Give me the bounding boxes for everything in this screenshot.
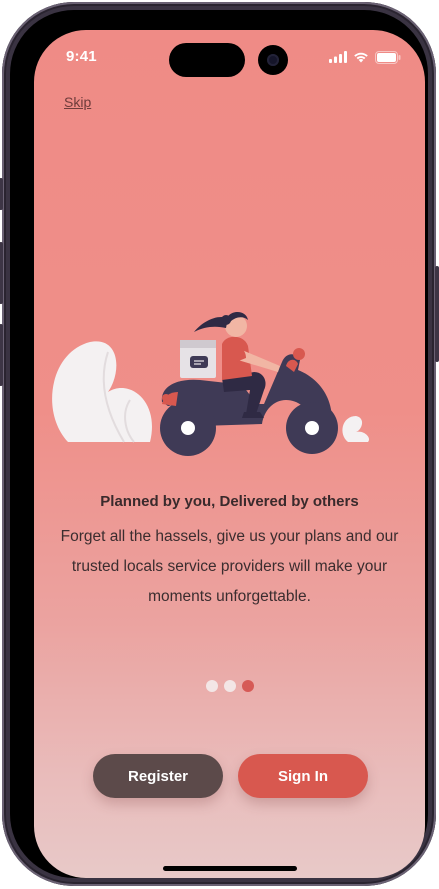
battery-icon xyxy=(375,50,401,64)
wifi-icon xyxy=(354,52,368,63)
status-icons xyxy=(329,50,401,64)
register-button[interactable]: Register xyxy=(93,754,223,798)
front-camera xyxy=(258,45,288,75)
onboarding-headline: Planned by you, Delivered by others xyxy=(100,493,359,510)
onboarding-description: Forget all the hassels, give us your pla… xyxy=(60,528,399,605)
power-button xyxy=(435,266,439,362)
delivery-scooter-rider-icon xyxy=(52,311,370,456)
page-dot-2[interactable] xyxy=(223,680,236,692)
pagination-dots xyxy=(34,680,425,692)
screen: 9:41 Skip Planned by you, Delivered by o… xyxy=(34,30,425,878)
page-dot-3-active[interactable] xyxy=(241,680,254,692)
status-time: 9:41 xyxy=(66,48,97,65)
volume-down-button xyxy=(0,324,3,386)
bezel: 9:41 Skip Planned by you, Delivered by o… xyxy=(10,10,428,878)
home-indicator[interactable] xyxy=(163,866,297,871)
action-button xyxy=(0,178,3,210)
sign-in-button[interactable]: Sign In xyxy=(238,754,368,798)
phone-frame: 9:41 Skip Planned by you, Delivered by o… xyxy=(0,2,439,886)
volume-up-button xyxy=(0,242,3,304)
skip-link[interactable]: Skip xyxy=(64,94,91,110)
dynamic-island xyxy=(169,43,245,77)
cellular-signal-icon xyxy=(329,51,347,63)
camera-lens xyxy=(267,54,279,66)
page-dot-1[interactable] xyxy=(205,680,218,692)
